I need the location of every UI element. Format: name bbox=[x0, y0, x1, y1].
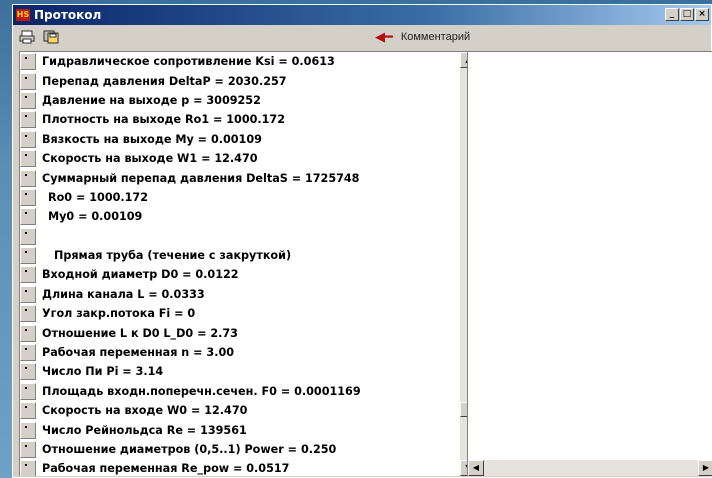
row-marker[interactable] bbox=[20, 227, 36, 245]
row-marker[interactable] bbox=[20, 305, 36, 323]
row-marker[interactable] bbox=[20, 344, 36, 362]
protocol-row-text: Суммарный перепад давления DeltaS = 1725… bbox=[42, 171, 360, 185]
protocol-row[interactable]: Перепад давления DeltaP = 2030.257 bbox=[20, 71, 478, 90]
comment-label: Комментарий bbox=[400, 31, 471, 43]
row-marker[interactable] bbox=[20, 188, 36, 206]
minimize-button[interactable]: _ bbox=[665, 8, 679, 21]
save-icon[interactable] bbox=[41, 28, 61, 46]
row-marker[interactable] bbox=[20, 169, 36, 187]
horizontal-scrollbar[interactable]: ◀ ▶ bbox=[468, 460, 712, 476]
protocol-row-text: Прямая труба (течение с закруткой) bbox=[54, 249, 292, 263]
protocol-row-text: Вязкость на выходе My = 0.00109 bbox=[42, 132, 262, 146]
protocol-row[interactable] bbox=[20, 227, 478, 246]
protocol-row-text: Площадь входн.поперечн.сечен. F0 = 0.000… bbox=[42, 384, 361, 398]
toolbar: ◀━ Комментарий bbox=[13, 25, 711, 49]
protocol-row-text: Гидравлическое сопротивление Ksi = 0.061… bbox=[42, 55, 335, 69]
protocol-row[interactable]: Отношение L к D0 L_D0 = 2.73 bbox=[20, 323, 478, 342]
protocol-row-text: Рабочая переменная Re_pow = 0.0517 bbox=[42, 462, 290, 476]
protocol-row[interactable]: Угол закр.потока Fi = 0 bbox=[20, 304, 478, 323]
row-marker[interactable] bbox=[20, 324, 36, 342]
protocol-row[interactable]: Давление на выходе p = 3009252 bbox=[20, 91, 478, 110]
protocol-row-text: Перепад давления DeltaP = 2030.257 bbox=[42, 74, 287, 88]
protocol-row[interactable]: Длина канала L = 0.0333 bbox=[20, 285, 478, 304]
protocol-row-text: Рабочая переменная n = 3.00 bbox=[42, 346, 235, 360]
protocol-row[interactable]: Скорость на входе W0 = 12.470 bbox=[20, 401, 478, 420]
protocol-row[interactable]: Входной диаметр D0 = 0.0122 bbox=[20, 265, 478, 284]
protocol-row-text: Отношение диаметров (0,5..1) Power = 0.2… bbox=[42, 443, 337, 456]
protocol-row-text: Угол закр.потока Fi = 0 bbox=[42, 307, 196, 321]
title-bar[interactable]: НS Протокол _ □ × bbox=[13, 5, 711, 25]
row-marker[interactable] bbox=[20, 402, 36, 420]
protocol-row[interactable]: Число Пи Pi = 3.14 bbox=[20, 362, 478, 381]
protocol-row[interactable]: Рабочая переменная Re_pow = 0.0517 bbox=[20, 459, 478, 476]
row-marker[interactable] bbox=[20, 266, 36, 284]
left-arrow-icon: ◀━ bbox=[375, 29, 393, 44]
row-marker[interactable] bbox=[20, 460, 36, 476]
protocol-window: НS Протокол _ □ × ◀━ Комментарий Гидравл… bbox=[12, 4, 712, 478]
protocol-row[interactable]: Площадь входн.поперечн.сечен. F0 = 0.000… bbox=[20, 382, 478, 401]
protocol-row[interactable]: Прямая труба (течение с закруткой) bbox=[20, 246, 478, 265]
scroll-left-button[interactable]: ◀ bbox=[468, 460, 484, 476]
protocol-row[interactable]: Плотность на выходе Ro1 = 1000.172 bbox=[20, 110, 478, 129]
protocol-row-text: Скорость на входе W0 = 12.470 bbox=[42, 404, 248, 418]
protocol-row-text: Скорость на выходе W1 = 12.470 bbox=[42, 152, 258, 166]
row-marker[interactable] bbox=[20, 91, 36, 109]
row-marker[interactable] bbox=[20, 421, 36, 439]
row-marker[interactable] bbox=[20, 208, 36, 226]
protocol-row-text: Число Рейнольдса Re = 139561 bbox=[42, 423, 247, 437]
protocol-row[interactable]: Рабочая переменная n = 3.00 bbox=[20, 343, 478, 362]
protocol-row[interactable]: Суммарный перепад давления DeltaS = 1725… bbox=[20, 168, 478, 187]
protocol-row[interactable]: Вязкость на выходе My = 0.00109 bbox=[20, 130, 478, 149]
protocol-row[interactable]: My0 = 0.00109 bbox=[20, 207, 478, 226]
protocol-row-text: Входной диаметр D0 = 0.0122 bbox=[42, 268, 239, 282]
comment-pane[interactable]: ◀ ▶ bbox=[467, 51, 712, 476]
protocol-row-text: Отношение L к D0 L_D0 = 2.73 bbox=[42, 326, 238, 340]
row-marker[interactable] bbox=[20, 53, 36, 71]
protocol-row-text: Ro0 = 1000.172 bbox=[48, 190, 148, 204]
comment-button[interactable]: ◀━ Комментарий bbox=[375, 29, 470, 45]
row-marker[interactable] bbox=[20, 382, 36, 400]
protocol-row[interactable]: Гидравлическое сопротивление Ksi = 0.061… bbox=[20, 52, 478, 71]
protocol-row[interactable]: Скорость на выходе W1 = 12.470 bbox=[20, 149, 478, 168]
row-marker[interactable] bbox=[20, 111, 36, 129]
protocol-row-text: Давление на выходе p = 3009252 bbox=[42, 93, 261, 107]
protocol-row[interactable]: Отношение диаметров (0,5..1) Power = 0.2… bbox=[20, 440, 478, 459]
window-controls: _ □ × bbox=[665, 8, 709, 21]
protocol-rows: Гидравлическое сопротивление Ksi = 0.061… bbox=[20, 52, 478, 476]
row-marker[interactable] bbox=[20, 150, 36, 168]
printer-icon[interactable] bbox=[17, 28, 37, 46]
row-marker[interactable] bbox=[20, 363, 36, 381]
scroll-right-button[interactable]: ▶ bbox=[698, 460, 712, 476]
protocol-row-text: Длина канала L = 0.0333 bbox=[42, 287, 205, 301]
row-marker[interactable] bbox=[20, 72, 36, 90]
maximize-button[interactable]: □ bbox=[680, 8, 694, 21]
row-marker[interactable] bbox=[20, 285, 36, 303]
protocol-row-text: Плотность на выходе Ro1 = 1000.172 bbox=[42, 113, 286, 127]
protocol-list[interactable]: Гидравлическое сопротивление Ksi = 0.061… bbox=[19, 51, 478, 476]
row-marker[interactable] bbox=[20, 441, 36, 458]
row-marker[interactable] bbox=[20, 130, 36, 148]
close-button[interactable]: × bbox=[695, 8, 709, 21]
protocol-row-text: My0 = 0.00109 bbox=[48, 210, 143, 224]
protocol-row[interactable]: Ro0 = 1000.172 bbox=[20, 188, 478, 207]
window-title: Протокол bbox=[34, 8, 102, 22]
app-icon: НS bbox=[16, 9, 30, 21]
protocol-row[interactable]: Число Рейнольдса Re = 139561 bbox=[20, 420, 478, 439]
row-marker[interactable] bbox=[20, 247, 36, 265]
protocol-row-text: Число Пи Pi = 3.14 bbox=[42, 365, 164, 379]
